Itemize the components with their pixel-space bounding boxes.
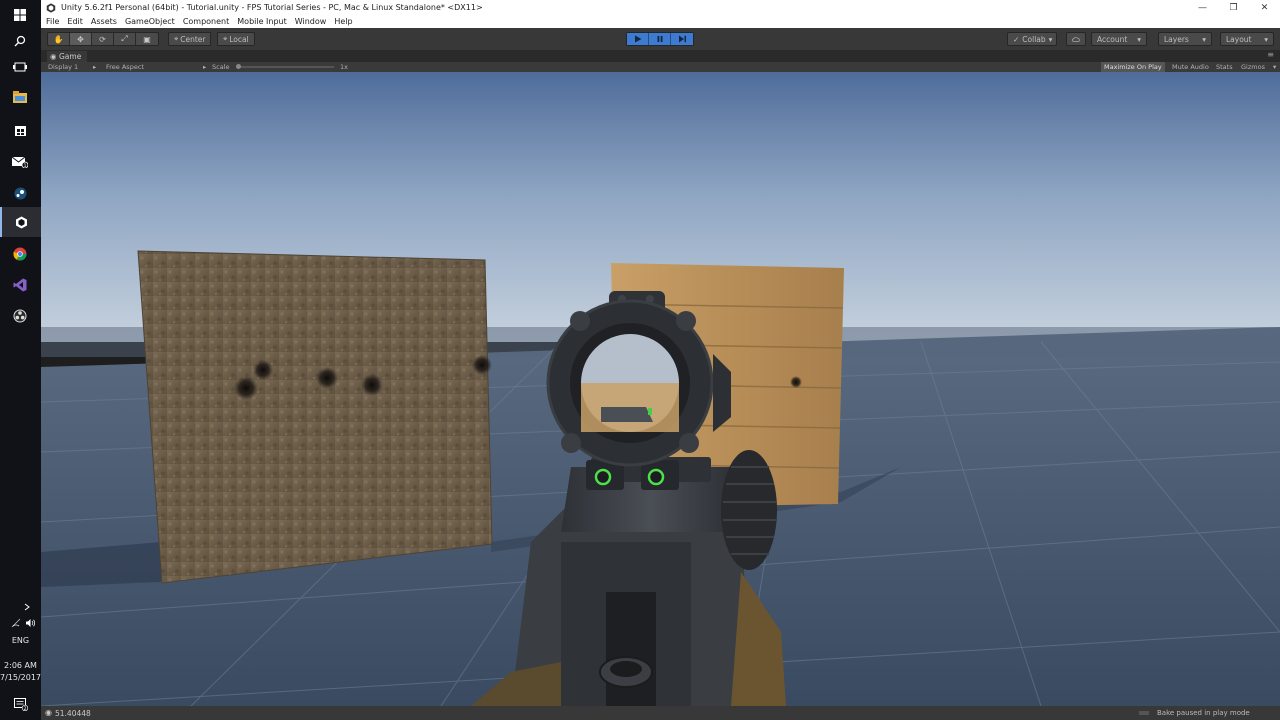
unity-taskbar-icon[interactable] (0, 207, 41, 237)
collab-check-icon: ✓ (1013, 34, 1020, 44)
menu-bar: File Edit Assets GameObject Component Mo… (41, 15, 1280, 28)
clock-date[interactable]: 7/15/2017 (0, 673, 41, 682)
action-center-icon[interactable]: 2 (14, 693, 28, 715)
clock-time[interactable]: 2:06 AM (0, 661, 41, 670)
input-language[interactable]: ENG (0, 636, 41, 645)
rotate-tool-icon[interactable]: ⟳ (92, 33, 114, 45)
menu-gameobject[interactable]: GameObject (125, 17, 175, 26)
gizmos-dropdown[interactable]: Gizmos (1238, 62, 1268, 72)
hand-tool-icon[interactable]: ✋ (48, 33, 70, 45)
windows-start-icon[interactable] (8, 4, 32, 26)
layers-chevron-icon: ▾ (1202, 34, 1206, 44)
window-titlebar: Unity 5.6.2f1 Personal (64bit) - Tutoria… (41, 0, 1280, 15)
move-tool-icon[interactable]: ✥ (70, 33, 92, 45)
stone-wall (138, 251, 492, 583)
unity-logo-icon (45, 2, 57, 14)
visual-studio-icon[interactable] (8, 274, 32, 296)
game-tab-icon: ◉ (50, 52, 57, 61)
search-icon[interactable] (8, 30, 32, 52)
maximize-on-play-toggle[interactable]: Maximize On Play (1101, 62, 1165, 72)
display-dropdown[interactable]: Display 1 (48, 63, 78, 71)
progress-spinner (1139, 711, 1149, 715)
tab-game[interactable]: ◉ Game (47, 51, 88, 62)
game-scene (41, 72, 1280, 706)
console-last-message[interactable]: 51.40448 (55, 709, 91, 718)
notification-badge: 2 (24, 706, 27, 711)
scale-slider[interactable] (236, 66, 334, 68)
scale-slider-thumb[interactable] (236, 64, 241, 69)
mail-icon[interactable]: 1 (8, 150, 32, 172)
space-label: Local (229, 34, 249, 44)
pivot-center-toggle[interactable]: ⌖ Center (168, 32, 212, 46)
menu-window[interactable]: Window (295, 17, 327, 26)
game-viewport[interactable] (41, 72, 1280, 706)
left-sight-dot (594, 468, 612, 486)
play-controls (626, 32, 694, 46)
transform-tools: ✋ ✥ ⟳ ⤢ ▣ (47, 32, 159, 46)
windows-taskbar: 1 ENG 2:06 AM 7/15/2017 2 (0, 0, 41, 720)
game-tab-label: Game (59, 52, 82, 61)
scale-tool-icon[interactable]: ⤢ (114, 33, 136, 45)
layers-dropdown[interactable]: Layers ▾ (1158, 32, 1212, 46)
menu-edit[interactable]: Edit (67, 17, 83, 26)
task-view-icon[interactable] (8, 56, 32, 78)
layers-label: Layers (1164, 34, 1189, 44)
minimize-button[interactable]: — (1187, 0, 1218, 15)
account-label: Account (1097, 34, 1128, 44)
console-info-icon[interactable]: ◉ (45, 708, 52, 717)
pivot-local-toggle[interactable]: ⌖ Local (217, 32, 255, 46)
game-view-toolbar: Display 1 ▸ Free Aspect ▸ Scale 1x Maxim… (41, 62, 1280, 72)
red-dot-reticle (648, 408, 652, 415)
rect-tool-icon[interactable]: ▣ (136, 33, 158, 45)
account-dropdown[interactable]: Account ▾ (1091, 32, 1147, 46)
layout-dropdown[interactable]: Layout ▾ (1220, 32, 1274, 46)
play-icon[interactable] (627, 33, 649, 45)
status-bar: ◉ 51.40448 Bake paused in play mode (41, 706, 1280, 720)
game-tab-bar: ◉ Game ≡ (41, 50, 1280, 62)
mail-badge: 1 (24, 163, 27, 168)
restore-button[interactable]: ❐ (1218, 0, 1249, 15)
layout-label: Layout (1226, 34, 1252, 44)
cloud-button[interactable] (1066, 32, 1086, 46)
aspect-chevron-icon: ▸ (203, 63, 207, 71)
pivot-icon: ⌖ (174, 34, 179, 43)
pivot-label: Center (180, 34, 206, 44)
step-icon[interactable] (671, 33, 693, 45)
chrome-icon[interactable] (8, 243, 32, 265)
collab-label: Collab (1022, 34, 1046, 44)
menu-help[interactable]: Help (334, 17, 352, 26)
aspect-dropdown[interactable]: Free Aspect (106, 63, 144, 71)
panel-menu-icon[interactable]: ≡ (1267, 50, 1274, 59)
gizmos-chevron-icon: ▾ (1273, 63, 1277, 71)
menu-file[interactable]: File (46, 17, 59, 26)
file-explorer-icon[interactable] (8, 86, 32, 108)
network-icon[interactable] (10, 612, 22, 634)
menu-component[interactable]: Component (183, 17, 229, 26)
collab-button[interactable]: ✓ Collab ▾ (1007, 32, 1057, 46)
bake-status: Bake paused in play mode (1157, 709, 1250, 717)
scale-value: 1x (340, 63, 348, 71)
store-icon[interactable] (8, 118, 32, 140)
right-sight-dot (647, 468, 665, 486)
obs-icon[interactable] (8, 305, 32, 327)
account-chevron-icon: ▾ (1137, 34, 1141, 44)
stats-toggle[interactable]: Stats (1213, 62, 1236, 72)
collab-chevron-icon: ▾ (1048, 34, 1053, 44)
display-chevron-icon: ▸ (93, 63, 97, 71)
local-icon: ⌖ (223, 34, 228, 43)
menu-assets[interactable]: Assets (91, 17, 117, 26)
editor-toolbar: ✋ ✥ ⟳ ⤢ ▣ ⌖ Center ⌖ Local ✓ Collab ▾ Accoun… (41, 28, 1280, 50)
volume-icon[interactable] (24, 612, 36, 634)
layout-chevron-icon: ▾ (1264, 34, 1268, 44)
window-title: Unity 5.6.2f1 Personal (64bit) - Tutoria… (61, 3, 483, 12)
close-button[interactable]: ✕ (1249, 0, 1280, 15)
pause-icon[interactable] (649, 33, 671, 45)
steam-icon[interactable] (8, 182, 32, 204)
cloud-icon (1072, 36, 1080, 42)
menu-mobile-input[interactable]: Mobile Input (237, 17, 287, 26)
scale-label: Scale (212, 63, 230, 71)
mute-audio-toggle[interactable]: Mute Audio (1169, 62, 1212, 72)
